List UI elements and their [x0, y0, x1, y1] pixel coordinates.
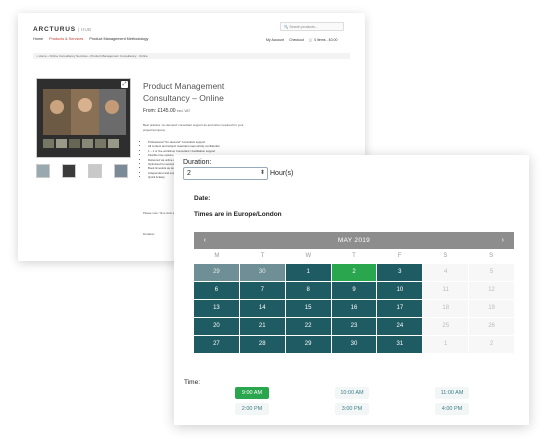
calendar-day: 19 [469, 300, 514, 317]
time-label: Time: [184, 379, 201, 386]
my-account-link[interactable]: My Account [266, 38, 284, 42]
date-label: Date: [194, 195, 211, 202]
calendar-day[interactable]: 21 [239, 318, 285, 335]
time-slot[interactable]: 11:00 AM [435, 387, 469, 399]
site-logo[interactable]: ARCTURUS | HUB [33, 26, 91, 33]
nav-products[interactable]: Products & Services [49, 37, 83, 41]
calendar-day[interactable]: 1 [285, 264, 331, 281]
calendar-day[interactable]: 23 [331, 318, 377, 335]
checkout-link[interactable]: Checkout [289, 38, 304, 42]
time-slot[interactable]: 2:00 PM [235, 403, 269, 415]
home-icon: ⌂ [36, 54, 38, 58]
product-image[interactable]: ⤢ [36, 78, 131, 158]
calendar-day[interactable]: 14 [239, 300, 285, 317]
calendar-day-grid: 29 30 1 2 3 4 5 6 7 8 9 10 11 12 13 14 15 16 17 18 19 20 21 22 2… [194, 264, 514, 353]
duration-unit: Hour(s) [270, 170, 294, 177]
calendar-day[interactable]: 17 [377, 300, 423, 317]
calendar-day[interactable]: 7 [239, 282, 285, 299]
calendar-day[interactable]: 22 [285, 318, 331, 335]
calendar-day: 25 [423, 318, 469, 335]
calendar-day: 1 [423, 336, 469, 353]
time-slot-selected[interactable]: 9:00 AM [235, 387, 269, 399]
booking-panel: Duration: 2 ⬍ Hour(s) Date: Times are in… [174, 155, 529, 425]
calendar-day[interactable]: 16 [331, 300, 377, 317]
calendar-day[interactable]: 13 [194, 300, 239, 317]
search-icon: 🔍 [284, 25, 289, 29]
time-slot-list: 9:00 AM 10:00 AM 11:00 AM 2:00 PM 3:00 PM 4:0… [202, 387, 502, 415]
screenshot-stage: ARCTURUS | HUB 🔍 Search products... Home … [0, 0, 544, 439]
calendar-day[interactable]: 10 [377, 282, 423, 299]
calendar-day: 11 [423, 282, 469, 299]
calendar-day[interactable]: 9 [331, 282, 377, 299]
product-price: From: £145.00 excl. VAT [143, 108, 191, 114]
calendar-day[interactable]: 8 [285, 282, 331, 299]
calendar-day: 30 [239, 264, 285, 281]
timezone-label: Times are in Europe/London [194, 211, 282, 218]
product-thumbnails [36, 164, 128, 178]
product-title: Product Management Consultancy – Online [143, 81, 225, 103]
duration-label: Duration: [183, 159, 212, 166]
breadcrumb: ⌂ Home › Online Consultancy Services › P… [33, 53, 350, 59]
calendar-day: 18 [423, 300, 469, 317]
calendar-day[interactable]: 3 [377, 264, 423, 281]
calendar-day: 29 [194, 264, 239, 281]
prev-month-icon[interactable]: ‹ [198, 232, 212, 249]
weekday-label: T [352, 253, 356, 259]
main-nav: Home Products & Services Product Managem… [33, 37, 148, 41]
calendar-day[interactable]: 29 [285, 336, 331, 353]
calendar-day-selected[interactable]: 2 [331, 264, 377, 281]
thumbnail[interactable] [36, 164, 50, 178]
cart-icon: 🛒 [308, 38, 314, 42]
weekday-label: W [305, 253, 312, 259]
weekday-label: S [489, 253, 494, 259]
nav-methodology[interactable]: Product Management Methodology [89, 37, 148, 41]
time-slot[interactable]: 3:00 PM [335, 403, 369, 415]
calendar-day[interactable]: 6 [194, 282, 239, 299]
date-picker-calendar: ‹ MAY 2019 › MTWTFSS 29 30 1 2 3 4 5 6 7 8 9 10 11 12… [194, 232, 514, 353]
calendar-day: 12 [469, 282, 514, 299]
weekday-header-row: MTWTFSS [194, 249, 514, 264]
thumbnail[interactable] [88, 164, 102, 178]
zoom-icon[interactable]: ⤢ [121, 81, 128, 88]
calendar-day: 26 [469, 318, 514, 335]
thumbnail[interactable] [62, 164, 76, 178]
product-description: Best practice 'on-demand' consultant sup… [143, 123, 244, 132]
cart-link[interactable]: 🛒 0 items - £0.00 [309, 38, 338, 42]
calendar-day: 5 [469, 264, 514, 281]
time-slot[interactable]: 10:00 AM [335, 387, 369, 399]
weekday-label: S [443, 253, 448, 259]
calendar-day: 4 [423, 264, 469, 281]
calendar-day[interactable]: 30 [331, 336, 377, 353]
calendar-day[interactable]: 24 [377, 318, 423, 335]
calendar-day[interactable]: 28 [239, 336, 285, 353]
duration-stepper[interactable]: 2 ⬍ [183, 167, 268, 180]
weekday-label: T [260, 253, 265, 259]
search-input[interactable]: 🔍 Search products... [280, 22, 344, 31]
calendar-day: 2 [469, 336, 514, 353]
account-links: My Account Checkout 🛒 0 items - £0.00 [266, 38, 337, 42]
weekday-label: M [214, 253, 220, 259]
calendar-day[interactable]: 27 [194, 336, 239, 353]
calendar-day[interactable]: 31 [377, 336, 423, 353]
time-slot[interactable]: 4:00 PM [435, 403, 469, 415]
calendar-day[interactable]: 20 [194, 318, 239, 335]
nav-home[interactable]: Home [33, 37, 43, 41]
weekday-label: F [397, 253, 402, 259]
video-conference-photo [37, 79, 130, 157]
stepper-arrows-icon[interactable]: ⬍ [260, 169, 265, 176]
store-duration-label: Duration: [143, 232, 156, 236]
duration-value: 2 [187, 170, 191, 177]
calendar-header: ‹ MAY 2019 › [194, 232, 514, 249]
thumbnail[interactable] [114, 164, 128, 178]
next-month-icon[interactable]: › [496, 232, 510, 249]
calendar-day[interactable]: 15 [285, 300, 331, 317]
calendar-month-title: MAY 2019 [337, 237, 371, 244]
